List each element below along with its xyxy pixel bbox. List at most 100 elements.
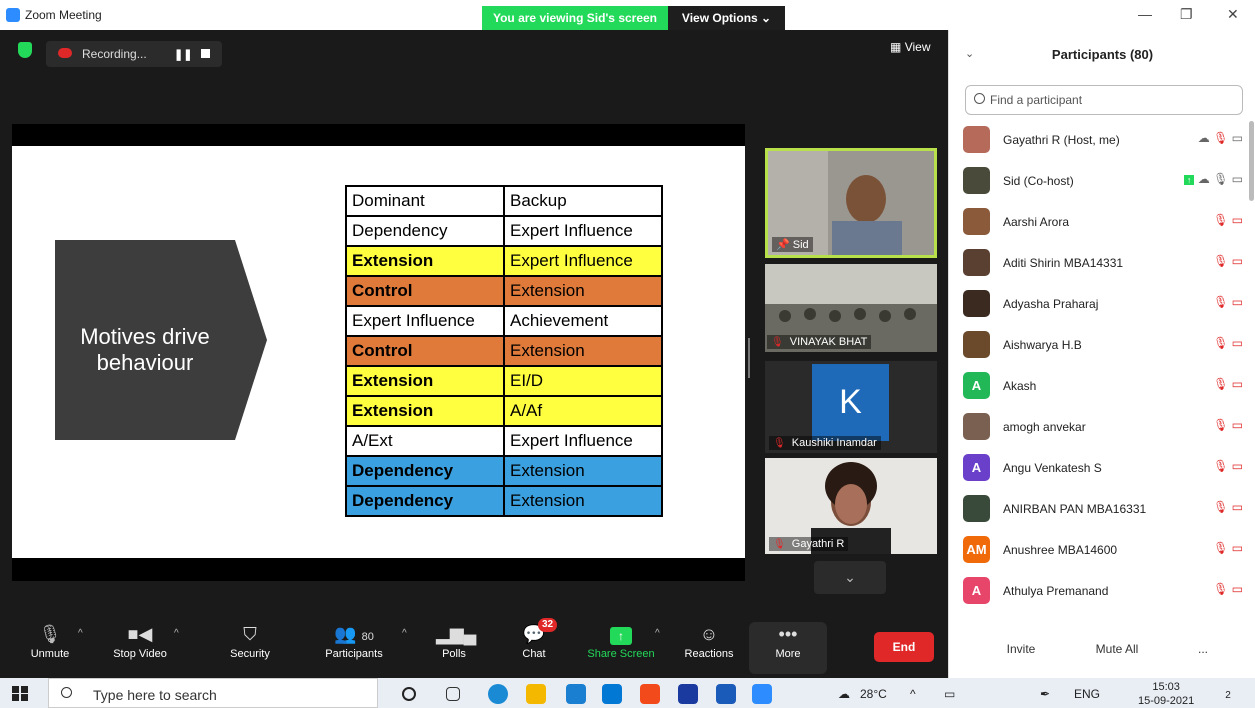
panel-more-button[interactable]: ... (1187, 636, 1219, 664)
motives-table-row: Extension Expert Influence (345, 245, 663, 277)
close-button[interactable]: ✕ (1227, 6, 1239, 23)
viewing-screen-banner: You are viewing Sid's screen (482, 6, 668, 30)
pause-recording-icon[interactable]: ❚❚ (174, 48, 192, 61)
file-explorer-icon[interactable] (526, 684, 546, 704)
chevron-up-icon[interactable]: ^ (910, 687, 916, 701)
motives-table-row: Expert Influence Achievement (345, 305, 663, 337)
system-clock[interactable]: 15:03 15-09-2021 (1138, 680, 1194, 708)
share-screen-button[interactable]: ↑ Share Screen (584, 622, 658, 660)
backup-cell: Expert Influence (503, 245, 663, 277)
avatar (963, 495, 990, 522)
participants-button[interactable]: 👥 80 Participants (318, 622, 390, 660)
tile-name-sid: 📌 Sid (772, 237, 813, 252)
more-button[interactable]: ••• More (749, 622, 827, 674)
participant-name: Aarshi Arora (1003, 215, 1070, 229)
participant-row[interactable]: Adyasha Praharaj 🎙 ▭ (949, 285, 1249, 326)
view-layout-button[interactable]: ▦ View (890, 40, 930, 54)
minimize-button[interactable]: — (1138, 6, 1152, 22)
participant-search-input[interactable]: Find a participant (965, 85, 1243, 115)
ellipsis-icon: ••• (778, 624, 798, 644)
reactions-button[interactable]: ☺ Reactions (680, 622, 738, 660)
dominant-cell: Extension (345, 395, 505, 427)
mic-muted-icon: 🎙 (1213, 213, 1229, 227)
mic-muted-icon: 🎙 (1213, 582, 1229, 596)
participant-name: amogh anvekar (1003, 420, 1086, 434)
participant-list-scrollbar[interactable] (1249, 121, 1254, 201)
taskbar-search-box[interactable]: Type here to search (48, 678, 378, 708)
office-icon[interactable] (640, 684, 660, 704)
mic-muted-icon: 🎙 (1213, 500, 1229, 514)
participant-name: Athulya Premanand (1003, 584, 1109, 598)
video-tile-vinayak[interactable]: 🎙 VINAYAK BHAT (765, 264, 937, 352)
end-meeting-button[interactable]: End (874, 632, 934, 662)
network-icon[interactable]: ▭ (944, 687, 955, 701)
video-off-icon: ▭ (1231, 377, 1243, 391)
windows-start-icon[interactable] (12, 686, 28, 701)
participant-row[interactable]: Aishwarya H.B 🎙 ▭ (949, 326, 1249, 367)
motives-table-row: Dependency Extension (345, 455, 663, 487)
notifications-icon[interactable]: 2 (1218, 687, 1238, 701)
mute-all-button[interactable]: Mute All (1077, 636, 1157, 664)
edge-browser-icon[interactable] (488, 684, 508, 704)
video-off-icon: ▭ (1231, 500, 1243, 514)
participant-name: Aditi Shirin MBA14331 (1003, 256, 1124, 270)
cortana-icon[interactable] (402, 687, 416, 701)
participant-row[interactable]: ANIRBAN PAN MBA16331 🎙 ▭ (949, 490, 1249, 531)
polls-button[interactable]: ▂▆▄ Polls (436, 622, 477, 660)
audio-options-caret[interactable]: ^ (78, 628, 83, 639)
chat-button[interactable]: 💬 32 Chat (516, 618, 558, 660)
participant-row[interactable]: A Athulya Premanand 🎙 ▭ (949, 572, 1249, 611)
view-label: View (904, 40, 931, 54)
motives-table-row: Dominant Backup (345, 185, 663, 217)
backup-cell: Expert Influence (503, 215, 663, 247)
tile-name-vinayak: 🎙 VINAYAK BHAT (767, 335, 872, 349)
video-tile-gayathri[interactable]: 🎙 Gayathri R (765, 458, 937, 554)
bar-chart-icon: ▂▆▄ (436, 624, 477, 644)
weather-icon[interactable]: ☁ (838, 687, 850, 701)
restore-button[interactable]: ❐ (1180, 6, 1193, 23)
unmute-button[interactable]: 🎙 Unmute (26, 622, 74, 660)
motives-table-row: A/Ext Expert Influence (345, 425, 663, 457)
video-tile-sid[interactable]: 📌 Sid (765, 148, 937, 258)
participant-row[interactable]: A Angu Venkatesh S 🎙 ▭ (949, 449, 1249, 490)
security-button[interactable]: ⛉ Security (226, 622, 274, 660)
temperature[interactable]: 28°C (860, 687, 887, 701)
participant-row[interactable]: Gayathri R (Host, me) ☁ 🎙 ▭ (949, 121, 1249, 162)
resize-handle[interactable] (748, 338, 750, 378)
task-view-icon[interactable] (446, 687, 460, 701)
motives-table-row: Dependency Extension (345, 485, 663, 517)
video-options-caret[interactable]: ^ (174, 628, 179, 639)
avatar: AM (963, 536, 990, 563)
zoom-taskbar-icon[interactable] (752, 684, 772, 704)
participant-row[interactable]: A Akash 🎙 ▭ (949, 367, 1249, 408)
invite-button[interactable]: Invite (989, 636, 1053, 664)
encryption-shield-icon[interactable] (18, 42, 32, 58)
participant-row[interactable]: AM Anushree MBA14600 🎙 ▭ (949, 531, 1249, 572)
stop-video-button[interactable]: ■◀ Stop Video (108, 622, 172, 660)
store-icon[interactable] (566, 684, 586, 704)
participant-row[interactable]: Aditi Shirin MBA14331 🎙 ▭ (949, 244, 1249, 285)
participant-row[interactable]: amogh anvekar 🎙 ▭ (949, 408, 1249, 449)
view-options-button[interactable]: View Options ⌄ (668, 6, 785, 30)
backup-cell: Backup (503, 185, 663, 217)
language-indicator[interactable]: ENG (1074, 687, 1100, 701)
participants-options-caret[interactable]: ^ (402, 628, 407, 639)
participant-row[interactable]: Sid (Co-host) ↑ ☁ 🎙 ▭ (949, 162, 1249, 203)
participant-name: Sid (Co-host) (1003, 174, 1074, 188)
word-icon[interactable] (716, 684, 736, 704)
participant-row[interactable]: Aarshi Arora 🎙 ▭ (949, 203, 1249, 244)
share-options-caret[interactable]: ^ (655, 628, 660, 639)
meeting-toolbar: 🎙 Unmute ^ ■◀ Stop Video ^ ⛉ Security 👥 … (0, 610, 948, 678)
avatar (963, 249, 990, 276)
participant-status-icons: 🎙 ▭ (1213, 582, 1243, 596)
participant-status-icons: 🎙 ▭ (1213, 459, 1243, 473)
app-icon[interactable] (602, 684, 622, 704)
meeting-main-area: Recording... ❚❚ ▦ View Motives drive beh… (0, 30, 948, 610)
share-screen-icon: ↑ (1183, 175, 1195, 185)
video-tile-kaushiki[interactable]: K 🎙 Kaushiki Inamdar (765, 361, 937, 453)
gallery-scroll-down-button[interactable]: ⌄ (814, 561, 886, 594)
avatar: A (963, 372, 990, 399)
webex-icon[interactable] (678, 684, 698, 704)
stop-recording-icon[interactable] (201, 49, 210, 58)
pen-icon[interactable]: ✒ (1040, 687, 1050, 701)
